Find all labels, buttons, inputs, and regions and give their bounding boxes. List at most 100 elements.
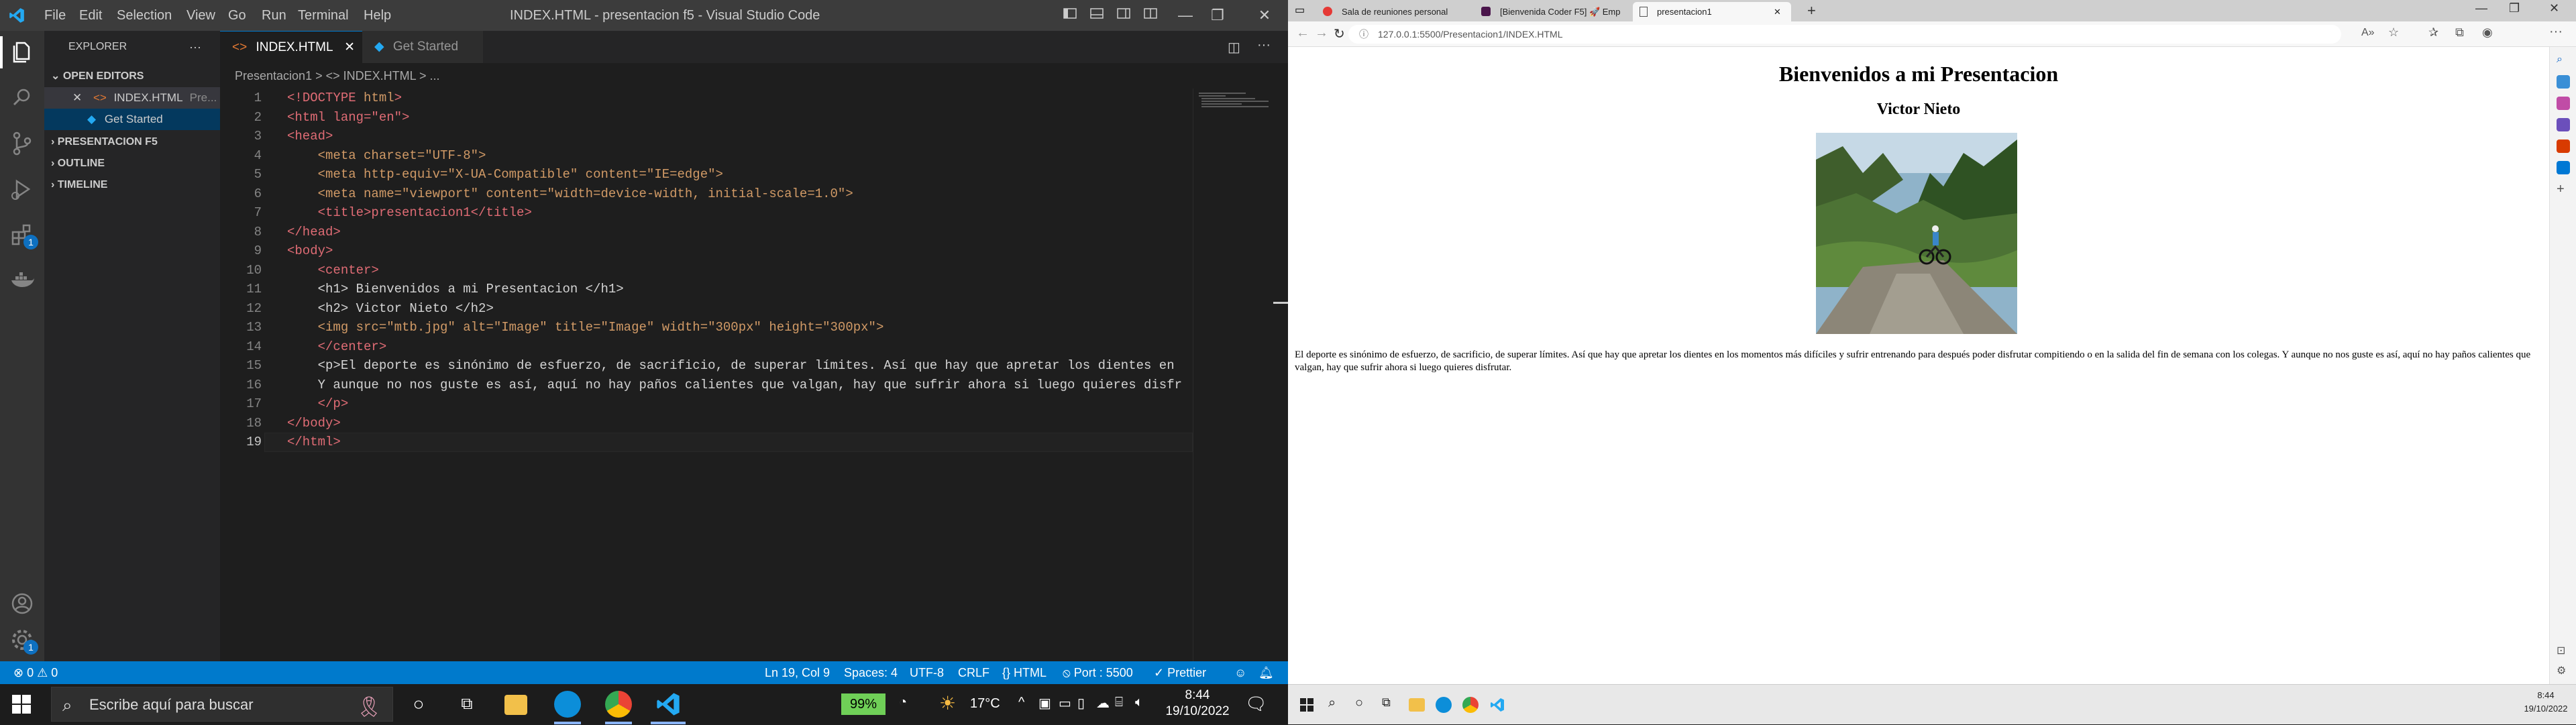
clock-time[interactable]: 8:44 <box>2522 690 2569 700</box>
toggle-panel-icon[interactable] <box>1087 5 1107 25</box>
toggle-sidebar-icon[interactable] <box>1060 5 1080 25</box>
vscode-taskbar-icon[interactable] <box>1489 697 1505 716</box>
windows-start-icon[interactable] <box>1300 698 1313 715</box>
hide-sidebar-icon[interactable]: ⊡ <box>2557 644 2570 657</box>
menu-selection[interactable]: Selection <box>117 0 172 31</box>
chrome-icon[interactable] <box>1462 697 1479 713</box>
cursor-position[interactable]: Ln 19, Col 9 <box>765 661 830 684</box>
url-field[interactable]: ⓘ 127.0.0.1:5500/Presentacion1/INDEX.HTM… <box>1348 25 2341 44</box>
back-icon[interactable]: ← <box>1296 25 1309 41</box>
code-editor[interactable]: 1 2 3 4 5 6 7 8 9 10 11 12 13 14 15 16 1… <box>220 89 1193 661</box>
sidebar-settings-icon[interactable]: ⚙ <box>2557 664 2570 677</box>
show-hidden-icons-icon[interactable]: ^ <box>1018 695 1024 710</box>
sidebar-search-icon[interactable]: ⌕ <box>2557 54 2570 67</box>
volume-icon[interactable]: 🔈︎ <box>1135 695 1143 710</box>
live-server-port[interactable]: ⦸ Port : 5500 <box>1063 661 1133 684</box>
temperature[interactable]: 17°C <box>970 696 1000 712</box>
weather-sun-icon[interactable]: ☀ <box>939 692 956 714</box>
minimap[interactable] <box>1193 89 1273 661</box>
explorer-more-icon[interactable]: ··· <box>189 36 201 58</box>
toggle-secondary-sidebar-icon[interactable] <box>1114 5 1134 25</box>
workspace-folder-header[interactable]: › PRESENTACION F5 <box>44 131 220 153</box>
restore-icon[interactable]: ❐ <box>2509 1 2520 15</box>
outline-header[interactable]: › OUTLINE <box>44 153 220 174</box>
outlook-icon[interactable] <box>2557 161 2570 174</box>
taskbar-search-box[interactable]: ⌕ Escribe aquí para buscar 🎗︎ <box>51 687 393 722</box>
search-icon[interactable] <box>6 82 38 114</box>
menu-file[interactable]: File <box>44 0 66 31</box>
refresh-icon[interactable]: ↻ <box>1334 25 1345 42</box>
open-editor-index[interactable]: ✕ <> INDEX.HTML Pre... <box>44 87 220 109</box>
add-sidebar-app-icon[interactable]: + <box>2557 182 2570 196</box>
tab-get-started[interactable]: ◆ Get Started <box>362 31 483 63</box>
close-tab-icon[interactable]: ✕ <box>1774 2 1781 21</box>
games-icon[interactable] <box>2557 118 2570 131</box>
close-tab-icon[interactable]: ✕ <box>344 40 355 54</box>
menu-terminal[interactable]: Terminal <box>298 0 349 31</box>
problems-status[interactable]: ⊗ 0 ⚠ 0 <box>13 661 58 684</box>
more-actions-icon[interactable]: ··· <box>1257 38 1271 53</box>
battery-percent-icon[interactable]: ◔ <box>899 695 907 710</box>
customize-layout-icon[interactable] <box>1140 5 1161 25</box>
cortana-icon[interactable]: ○ <box>405 691 432 718</box>
menu-edit[interactable]: Edit <box>79 0 102 31</box>
run-debug-icon[interactable] <box>6 173 38 205</box>
battery-indicator[interactable]: 99% <box>841 693 885 715</box>
onedrive-cloud-icon[interactable]: ☁ <box>1096 695 1110 712</box>
feedback-icon[interactable]: ☺ <box>1234 661 1246 684</box>
chrome-icon[interactable] <box>605 691 632 718</box>
close-icon[interactable]: ✕ <box>1254 5 1275 25</box>
restore-icon[interactable]: ❐ <box>1208 5 1228 25</box>
language-mode[interactable]: {} HTML <box>1002 661 1046 684</box>
windows-start-icon[interactable] <box>12 695 31 717</box>
eol-status[interactable]: CRLF <box>958 661 989 684</box>
read-aloud-icon[interactable]: A» <box>2361 27 2375 39</box>
notifications-icon[interactable]: 🗨︎ <box>1245 693 1267 714</box>
browser-tab-meeting[interactable]: Sala de reuniones personal <box>1318 2 1473 21</box>
file-explorer-icon[interactable] <box>504 695 527 715</box>
split-editor-icon[interactable]: ◫ <box>1228 39 1240 56</box>
collections-icon[interactable]: ⧉ <box>2455 25 2464 40</box>
camera-icon[interactable]: ▣ <box>1038 695 1051 712</box>
breadcrumb[interactable]: Presentacion1 > <> INDEX.HTML > ... <box>220 63 1288 89</box>
open-editors-header[interactable]: ⌄ OPEN EDITORS <box>44 66 220 87</box>
account-icon[interactable] <box>6 588 38 620</box>
task-view-icon[interactable]: ⧉ <box>1382 695 1391 710</box>
docker-icon[interactable] <box>6 264 38 296</box>
edge-browser-icon[interactable] <box>554 691 581 718</box>
editor-scrollbar[interactable] <box>1273 89 1288 661</box>
favorite-star-icon[interactable]: ☆ <box>2388 25 2399 40</box>
vscode-taskbar-icon[interactable] <box>655 691 682 718</box>
menu-run[interactable]: Run <box>262 0 286 31</box>
tab-actions-icon[interactable]: ▭ <box>1295 4 1308 17</box>
browser-tab-presentacion[interactable]: presentacion1 ✕ <box>1633 2 1791 21</box>
menu-go[interactable]: Go <box>228 0 246 31</box>
cortana-icon[interactable]: ○ <box>1355 695 1363 711</box>
favorites-icon[interactable]: ✰ <box>2428 25 2438 40</box>
close-editor-icon[interactable]: ✕ <box>72 91 82 104</box>
extensions-icon[interactable]: 1 <box>6 219 38 251</box>
edge-browser-icon[interactable] <box>1436 697 1452 713</box>
minimize-icon[interactable]: — <box>1175 5 1195 25</box>
notifications-bell-icon[interactable]: 🔔︎ <box>1258 661 1274 684</box>
source-control-icon[interactable] <box>6 127 38 160</box>
indentation-status[interactable]: Spaces: 4 <box>844 661 898 684</box>
settings-more-icon[interactable]: ··· <box>2549 24 2563 40</box>
menu-view[interactable]: View <box>186 0 215 31</box>
open-editor-get-started[interactable]: ◆ Get Started <box>44 109 220 130</box>
menu-help[interactable]: Help <box>364 0 391 31</box>
office-icon[interactable] <box>2557 140 2570 153</box>
minimize-icon[interactable]: — <box>2475 1 2487 15</box>
encoding-status[interactable]: UTF-8 <box>910 661 944 684</box>
file-explorer-icon[interactable] <box>1409 698 1425 712</box>
tab-index-html[interactable]: <> INDEX.HTML ✕ <box>220 31 362 63</box>
usb-icon[interactable]: ▯ <box>1077 695 1085 712</box>
clock-time[interactable]: 8:44 <box>1161 688 1234 703</box>
tools-icon[interactable] <box>2557 97 2570 110</box>
profile-avatar-icon[interactable]: ◉ <box>2482 25 2493 40</box>
shopping-icon[interactable] <box>2557 75 2570 89</box>
browser-tab-bienvenida[interactable]: [Bienvenida Coder F5] 🚀 Emp <box>1476 2 1630 21</box>
forward-icon[interactable]: → <box>1315 25 1328 41</box>
prettier-status[interactable]: ✓ Prettier <box>1154 661 1206 684</box>
clock-date[interactable]: 19/10/2022 <box>1161 704 1234 719</box>
